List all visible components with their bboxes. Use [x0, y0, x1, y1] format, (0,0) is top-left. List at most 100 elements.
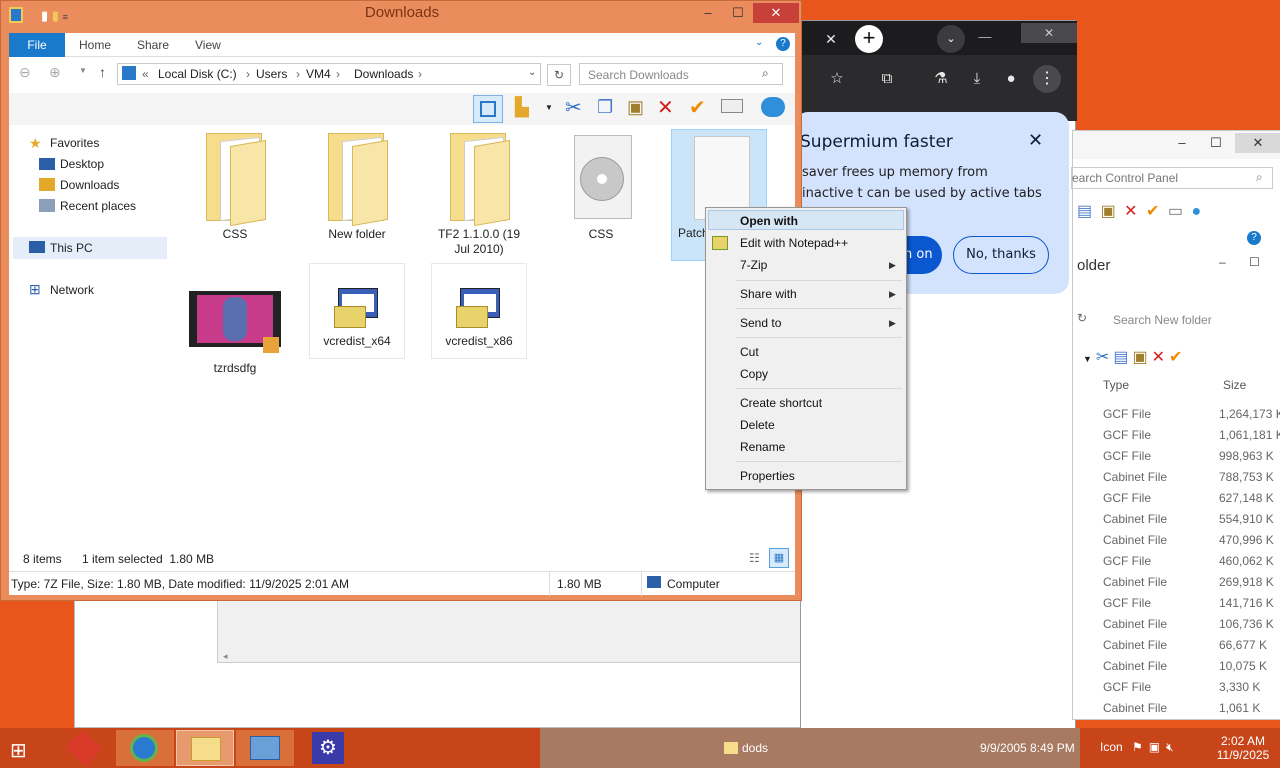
bookmark-star-icon[interactable]: ☆	[823, 65, 851, 93]
search-new-folder-input[interactable]: Search New folder	[1113, 313, 1212, 327]
col-type[interactable]: Type	[1103, 378, 1129, 392]
back-icon[interactable]: ⊖	[19, 64, 31, 81]
folder-item[interactable]: New folder	[309, 131, 405, 242]
menu-send-to[interactable]: Send to	[740, 316, 781, 330]
menu-edit-notepadpp[interactable]: Edit with Notepad++	[740, 236, 848, 250]
promo-close-icon[interactable]: ✕	[1028, 130, 1043, 151]
maximize-icon[interactable]: ☐	[1201, 133, 1231, 153]
nav-downloads[interactable]: Downloads	[60, 178, 119, 192]
scroll-left-icon[interactable]: ◂	[223, 651, 228, 662]
menu-copy[interactable]: Copy	[740, 367, 768, 381]
crumb-local-disk[interactable]: Local Disk (C:)	[158, 67, 237, 81]
rename-icon[interactable]	[721, 99, 743, 113]
menu-cut[interactable]: Cut	[740, 345, 759, 359]
crumb-downloads[interactable]: Downloads	[354, 67, 413, 81]
menu-properties[interactable]: Properties	[740, 469, 795, 483]
help-orb-icon[interactable]: ●	[1191, 203, 1203, 220]
nav-desktop[interactable]: Desktop	[60, 157, 104, 171]
profile-icon[interactable]: ●	[997, 65, 1025, 93]
address-path[interactable]: « Local Disk (C:) › Users › VM4 › Downlo…	[117, 63, 541, 85]
menu-7zip[interactable]: 7-Zip	[740, 258, 767, 272]
dropdown-icon[interactable]: ▼	[545, 103, 553, 112]
nav-network[interactable]: Network	[50, 283, 94, 297]
taskbar-browser[interactable]	[116, 730, 174, 766]
labs-flask-icon[interactable]: ⚗	[927, 65, 955, 93]
table-row[interactable]: GCF File 1,061,181 K	[1103, 428, 1280, 442]
checkmark-icon-2[interactable]: ✔	[1169, 349, 1186, 366]
download-icon[interactable]: ⤓	[963, 65, 991, 93]
delete-icon[interactable]: ✕	[1124, 203, 1139, 220]
paste-icon[interactable]: ▣	[1101, 203, 1118, 220]
folder-item[interactable]: TF2 1.1.0.0 (19 Jul 2010)	[431, 131, 527, 257]
details-view-icon[interactable]: ☷	[749, 551, 760, 565]
table-row[interactable]: Cabinet File 1,061 K	[1103, 701, 1260, 715]
nav-favorites[interactable]: Favorites	[50, 136, 99, 150]
search-input[interactable]: Search Downloads ⌕	[579, 63, 783, 85]
start-windows-icon[interactable]: ⊞	[10, 738, 27, 763]
recent-dropdown-icon[interactable]: ▼	[79, 66, 87, 75]
menu-share-with[interactable]: Share with	[740, 287, 797, 301]
nav-recent-places[interactable]: Recent places	[60, 199, 136, 213]
installer-item[interactable]: vcredist_x86	[431, 263, 527, 359]
crumb-users[interactable]: Users	[256, 67, 287, 81]
disc-image-item[interactable]: CSS	[553, 131, 649, 242]
help-icon[interactable]: ?	[1247, 231, 1261, 245]
col-size[interactable]: Size	[1223, 378, 1246, 392]
tab-home[interactable]: Home	[79, 33, 111, 57]
close-icon[interactable]: ✕	[753, 3, 799, 23]
taskbar-explorer[interactable]	[176, 730, 234, 766]
flag-icon[interactable]: ⚑	[1132, 740, 1149, 754]
forward-icon[interactable]: ⊕	[49, 64, 61, 81]
maximize-icon-2[interactable]: ☐	[1249, 255, 1260, 269]
cut-icon[interactable]: ✂	[565, 95, 582, 120]
table-row[interactable]: GCF File 998,963 K	[1103, 449, 1274, 463]
table-row[interactable]: GCF File 627,148 K	[1103, 491, 1274, 505]
copy-icon[interactable]: ▤	[1077, 203, 1094, 220]
network-tray-icon[interactable]: ▣	[1149, 740, 1166, 754]
tab-share[interactable]: Share	[137, 33, 169, 57]
help-icon[interactable]: ?	[776, 37, 790, 51]
address-dropdown-icon[interactable]: ⌄	[528, 67, 536, 78]
overflow-chevron[interactable]: «	[142, 67, 149, 81]
taskbar-settings[interactable]: ⚙	[300, 730, 358, 766]
installer-item[interactable]: vcredist_x64	[309, 263, 405, 359]
minimize-icon[interactable]: —	[971, 23, 999, 51]
checkmark-icon[interactable]: ✔	[1146, 203, 1161, 220]
crumb-vm4[interactable]: VM4	[306, 67, 331, 81]
menu-open-with[interactable]: Open with	[740, 214, 798, 228]
table-row[interactable]: GCF File 460,062 K	[1103, 554, 1274, 568]
promo-no-thanks-button[interactable]: No, thanks	[953, 236, 1049, 274]
new-folder-tool-icon[interactable]: ▙	[515, 97, 529, 118]
minimize-icon[interactable]: –	[1167, 133, 1197, 153]
folder-item[interactable]: CSS	[187, 131, 283, 242]
volume-muted-icon[interactable]: 🔇︎	[1166, 740, 1180, 754]
copy-icon-2[interactable]: ▤	[1113, 349, 1132, 366]
table-row[interactable]: Cabinet File 554,910 K	[1103, 512, 1274, 526]
close-window-icon[interactable]: ✕	[1021, 23, 1077, 43]
expand-ribbon-icon[interactable]: ⌄	[755, 37, 763, 48]
table-row[interactable]: GCF File 1,264,173 K	[1103, 407, 1280, 421]
close-tab-icon[interactable]: ✕	[817, 25, 845, 53]
dropdown-icon[interactable]: ▼	[1083, 354, 1096, 364]
tab-view[interactable]: View	[195, 33, 221, 57]
minimize-icon-2[interactable]: –	[1219, 255, 1226, 269]
menu-create-shortcut[interactable]: Create shortcut	[740, 396, 822, 410]
delete-icon[interactable]: ✕	[657, 95, 674, 120]
help-orb-icon[interactable]	[761, 97, 785, 117]
table-row[interactable]: Cabinet File 106,736 K	[1103, 617, 1274, 631]
menu-delete[interactable]: Delete	[740, 418, 775, 432]
refresh-icon[interactable]: ↻	[1077, 311, 1101, 325]
rename-icon[interactable]: ▭	[1168, 203, 1185, 220]
extensions-icon[interactable]: ⧉	[873, 65, 901, 93]
tab-search-icon[interactable]: ⌄	[937, 25, 965, 53]
taskbar-control-panel[interactable]	[236, 730, 294, 766]
large-icons-view-icon[interactable]: ▦	[769, 548, 789, 568]
preview-pane-icon[interactable]	[473, 95, 503, 123]
taskbar-app-1[interactable]	[56, 729, 114, 767]
refresh-icon[interactable]: ↻	[547, 64, 571, 86]
table-row[interactable]: Cabinet File 470,996 K	[1103, 533, 1274, 547]
close-icon[interactable]: ✕	[1235, 133, 1280, 153]
cut-icon[interactable]: ✂	[1096, 349, 1113, 366]
maximize-icon[interactable]: ☐	[723, 3, 753, 23]
delete-icon-2[interactable]: ✕	[1152, 349, 1169, 366]
